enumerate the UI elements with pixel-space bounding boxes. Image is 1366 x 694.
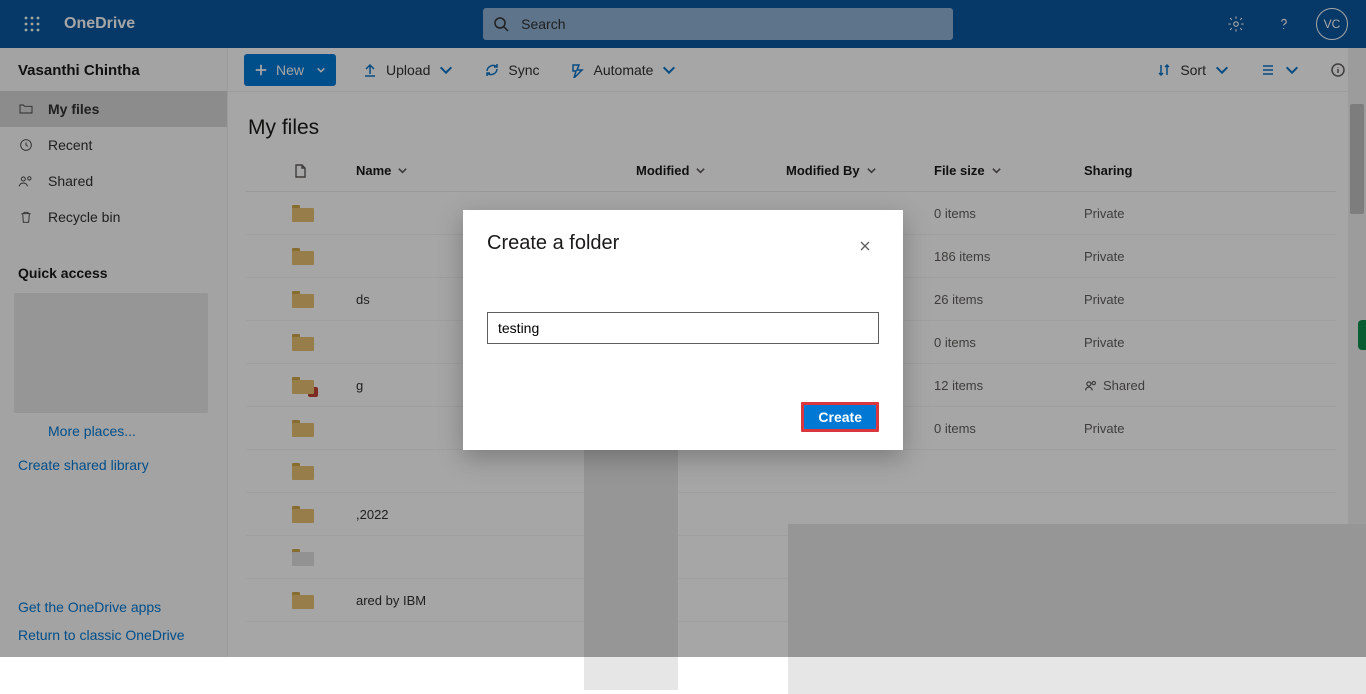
create-button[interactable]: Create bbox=[801, 402, 879, 432]
close-icon bbox=[859, 240, 871, 252]
modal-title: Create a folder bbox=[487, 232, 619, 255]
folder-name-input[interactable] bbox=[487, 312, 879, 344]
modal-close-button[interactable] bbox=[851, 232, 879, 260]
modal-header: Create a folder bbox=[487, 232, 879, 260]
create-folder-modal: Create a folder Create bbox=[463, 210, 903, 450]
modal-footer: Create bbox=[487, 402, 879, 432]
